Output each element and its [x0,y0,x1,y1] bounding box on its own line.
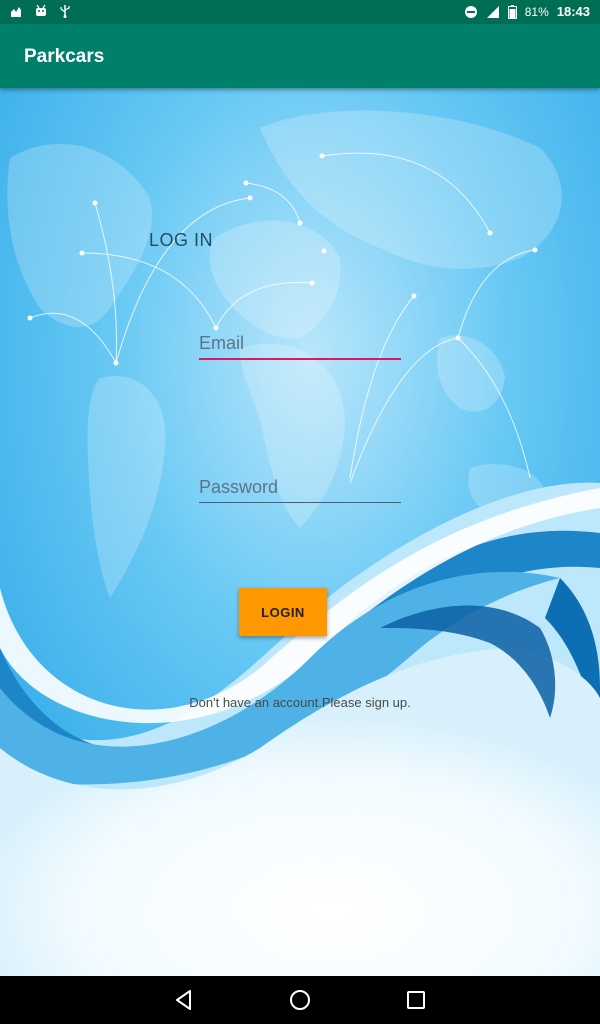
login-form: LOG IN LOGIN Don't have an account.Pleas… [0,88,600,976]
login-heading: LOG IN [149,230,214,250]
signup-link[interactable]: Don't have an account.Please sign up. [0,695,600,710]
clock: 18:43 [556,4,590,19]
navigation-bar [0,976,600,1024]
login-button[interactable]: LOGIN [239,588,327,636]
back-icon[interactable] [172,988,196,1012]
android-icon [36,4,46,16]
app-bar: Parkcars [0,24,600,88]
home-icon[interactable] [288,988,312,1012]
signal-icon [486,5,499,18]
battery-level: 81% [524,4,549,19]
password-field[interactable] [199,472,401,503]
notification-icon [11,7,21,17]
status-bar: 81% 18:43 [0,0,600,24]
do-not-disturb-icon [464,5,477,18]
recents-icon[interactable] [404,988,428,1012]
usb-icon [60,5,70,18]
app-title: Parkcars [24,46,105,67]
email-field[interactable] [199,328,401,360]
battery-icon [507,4,517,19]
